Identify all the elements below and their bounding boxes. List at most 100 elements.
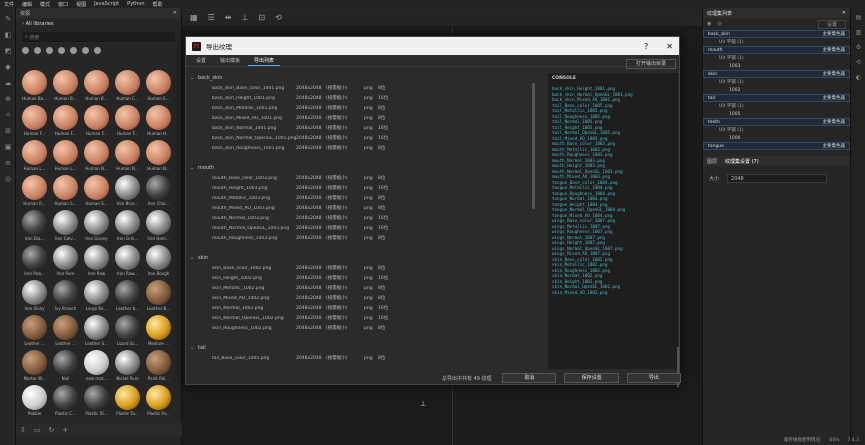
export-file-row[interactable]: back_skin_Normal_OpenGL_1001.png 2048x204…	[188, 133, 538, 143]
uv-tile-number[interactable]: 1003	[703, 62, 850, 70]
export-file-row[interactable]: mouth_Mixed_AO_1003.png 2048x2048 (按需缩小) pn…	[188, 203, 538, 213]
filter-material-icon[interactable]	[22, 46, 29, 54]
export-file-row[interactable]: mouth_Base_color_1003.png 2048x2048 (按需缩小)…	[188, 173, 538, 183]
asset-item[interactable]: Pebble	[19, 383, 50, 418]
mirror-icon[interactable]: ⇹	[225, 13, 232, 22]
asset-item[interactable]: Iron Dia...	[19, 208, 50, 243]
asset-item[interactable]: Iron Raw...	[112, 243, 143, 278]
export-group[interactable]: ⌄ skin	[188, 253, 538, 263]
asset-item[interactable]: Human B...	[50, 68, 81, 103]
asset-item[interactable]: Nail	[50, 348, 81, 383]
close-icon[interactable]: ✕	[842, 10, 846, 16]
asset-item[interactable]: Human F...	[81, 103, 112, 138]
asset-item[interactable]: Lizard Sc...	[112, 313, 143, 348]
asset-item[interactable]: Human F...	[50, 103, 81, 138]
asset-item[interactable]: Iron Raw	[81, 243, 112, 278]
texture-set-item[interactable]: tongue 主要着色器	[703, 142, 850, 150]
grid-view-icon[interactable]: ▦	[190, 13, 198, 22]
asset-item[interactable]: Human N...	[143, 138, 174, 173]
uv-tile-row[interactable]: UV 平铺 (1)	[703, 38, 850, 46]
asset-item[interactable]: Iron Brus...	[112, 173, 143, 208]
uv-tile-row[interactable]: UV 平铺 (1)	[703, 54, 850, 62]
asset-item[interactable]: Leather b...	[112, 278, 143, 313]
layers-icon[interactable]: ≡	[3, 158, 13, 168]
asset-item[interactable]: Human R...	[19, 173, 50, 208]
export-file-row[interactable]: mouth_Normal_OpenGL_1003.png 2048x2048 (按需…	[188, 223, 538, 233]
eraser-icon[interactable]: ◧	[3, 30, 13, 40]
filter-alpha-icon[interactable]	[58, 46, 65, 54]
export-file-row[interactable]: skin_Normal_OpenGL_1002.png 2048x2048 (按需缩…	[188, 313, 538, 323]
menu-item[interactable]: Python	[127, 1, 144, 7]
measure-icon[interactable]: ⊞	[3, 126, 13, 136]
save-settings-button[interactable]: 保存设置	[564, 373, 619, 383]
asset-item[interactable]: Iron Chai...	[143, 173, 174, 208]
export-file-row[interactable]: mouth_Roughness_1003.png 2048x2048 (按需缩小) p…	[188, 233, 538, 243]
export-file-row[interactable]: skin_Mixed_AO_1002.png 2048x2048 (按需缩小) png…	[188, 293, 538, 303]
polygon-fill-icon[interactable]: ◆	[3, 62, 13, 72]
projection-icon[interactable]: ◩	[3, 46, 13, 56]
export-file-row[interactable]: tail_Base_color_1005.png 2048x2048 (按需缩小) p…	[188, 353, 538, 363]
layers-icon[interactable]: ▤	[854, 14, 863, 23]
asset-item[interactable]: Iron Grin...	[112, 208, 143, 243]
tab-texture-set-settings[interactable]: 纹理集设置 (7)	[725, 158, 759, 165]
asset-item[interactable]: Human F...	[112, 103, 143, 138]
filter-env-icon[interactable]	[94, 46, 101, 54]
asset-item[interactable]: Paint Rol...	[143, 348, 174, 383]
visibility-icon[interactable]: ◉	[707, 21, 711, 27]
asset-item[interactable]: Plastic Fa...	[112, 383, 143, 418]
asset-item[interactable]: Human Ba...	[19, 68, 50, 103]
close-button[interactable]: ✕	[666, 42, 673, 51]
menu-item[interactable]: 文件	[4, 1, 14, 8]
align-icon[interactable]: ⊥	[241, 13, 248, 22]
asset-item[interactable]: Human S...	[81, 173, 112, 208]
export-group[interactable]: ⌄ back_skin	[188, 73, 538, 83]
properties-icon[interactable]: ▥	[854, 29, 863, 38]
asset-item[interactable]: Human L...	[50, 138, 81, 173]
asset-item[interactable]: Human B...	[81, 68, 112, 103]
tab-layers[interactable]: 图层	[707, 158, 717, 165]
asset-item[interactable]: Iron Grainy	[81, 208, 112, 243]
export-file-row[interactable]: skin_Height_1002.png 2048x2048 (按需缩小) png 16…	[188, 273, 538, 283]
asset-item[interactable]: Leather S...	[81, 313, 112, 348]
asset-item[interactable]: Human F...	[19, 103, 50, 138]
tab-output-templates[interactable]: 输出模板	[214, 56, 246, 66]
help-button[interactable]: ?	[644, 42, 648, 51]
export-group[interactable]: ⌄ mouth	[188, 163, 538, 173]
asset-item[interactable]: Leather B...	[143, 278, 174, 313]
refresh-icon[interactable]: ↻	[49, 426, 55, 434]
asset-item[interactable]: Iron Shiny	[19, 278, 50, 313]
menu-item[interactable]: 视图	[76, 1, 86, 8]
texture-set-item[interactable]: back_skin 主要着色器	[703, 30, 850, 38]
filter-filter-icon[interactable]	[82, 46, 89, 54]
folder-icon[interactable]: ▭	[34, 426, 41, 434]
tab-export-list[interactable]: 导出列表	[248, 56, 281, 66]
clone-icon[interactable]: ⊕	[3, 94, 13, 104]
export-file-row[interactable]: mouth_Height_1003.png 2048x2048 (按需缩小) png 1…	[188, 183, 538, 193]
menu-item[interactable]: 模式	[40, 1, 50, 8]
asset-item[interactable]: Human L...	[19, 138, 50, 173]
asset-item[interactable]: Mortar W...	[19, 348, 50, 383]
uv-tile-row[interactable]: UV 平铺 (1)	[703, 126, 850, 134]
export-file-row[interactable]: back_skin_Roughness_1001.png 2048x2048 (按需…	[188, 143, 538, 153]
display-icon[interactable]: ◎	[3, 174, 13, 184]
asset-item[interactable]: Iron Galv...	[50, 208, 81, 243]
export-file-row[interactable]: back_skin_Mixed_AO_1001.png 2048x2048 (按需缩…	[188, 113, 538, 123]
history-icon[interactable]: ⟲	[275, 13, 282, 22]
settings-icon[interactable]: ⚙	[854, 44, 863, 53]
asset-item[interactable]: Plastic Di...	[81, 383, 112, 418]
tab-settings[interactable]: 设置	[190, 56, 212, 66]
asset-item[interactable]: Nickel Pure	[112, 348, 143, 383]
brush-icon[interactable]: ✎	[3, 14, 13, 24]
history-icon[interactable]: ⟲	[854, 59, 863, 68]
asset-item[interactable]: Human N...	[81, 138, 112, 173]
asset-item[interactable]: Iron Ham...	[143, 208, 174, 243]
menu-item[interactable]: 帮助	[153, 1, 163, 8]
texture-set-item[interactable]: teeth 主要着色器	[703, 118, 850, 126]
asset-item[interactable]: Iron Rough	[143, 243, 174, 278]
texture-set-item[interactable]: skin 主要着色器	[703, 70, 850, 78]
filter-brush-icon[interactable]	[46, 46, 53, 54]
asset-item[interactable]: Human N...	[112, 138, 143, 173]
shelf-path[interactable]: › All libraries	[16, 18, 181, 30]
asset-item[interactable]: Human C...	[112, 68, 143, 103]
display-icon[interactable]: ◐	[854, 74, 863, 83]
